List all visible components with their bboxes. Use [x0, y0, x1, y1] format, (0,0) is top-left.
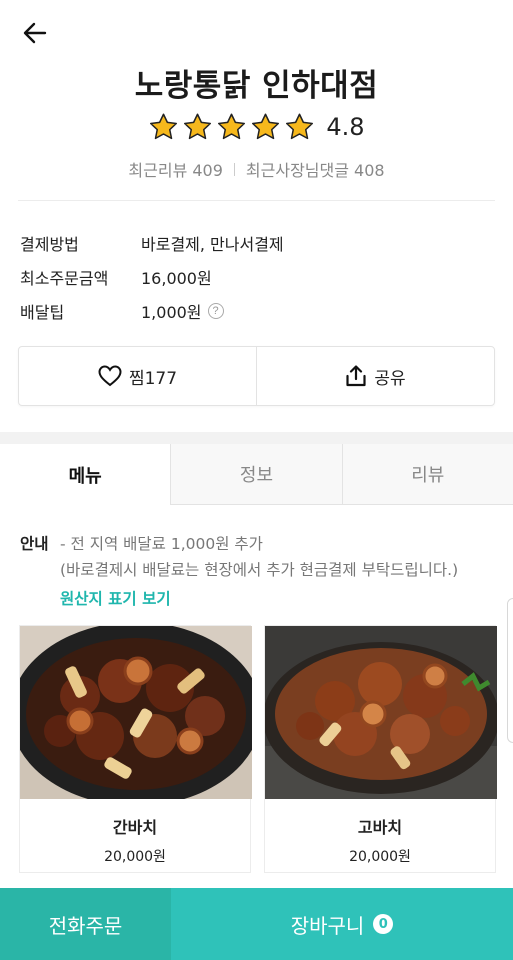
- info-value: 1,000원: [141, 303, 202, 322]
- review-stats: 최근리뷰 409 최근사장님댓글 408: [0, 157, 513, 181]
- info-label: 최소주문금액: [20, 269, 109, 288]
- info-value-wrap: 1,000원 ?: [141, 299, 224, 323]
- cart-count-badge: 0: [373, 914, 394, 934]
- header-divider: [18, 200, 495, 201]
- owner-replies-count[interactable]: 최근사장님댓글 408: [246, 157, 385, 181]
- info-label: 배달팁: [20, 303, 65, 322]
- back-button[interactable]: [18, 18, 52, 48]
- help-icon[interactable]: ?: [207, 303, 224, 319]
- scroll-indicator: [507, 598, 513, 743]
- notice-line: (바로결제시 배달료는 현장에서 추가 현금결제 부탁드립니다.): [60, 561, 459, 579]
- cart-button[interactable]: 장바구니 0: [171, 888, 513, 960]
- info-value: 16,000원: [141, 269, 212, 288]
- share-button[interactable]: 공유: [256, 347, 494, 405]
- share-label: 공유: [374, 368, 406, 389]
- rating-value: 4.8: [326, 113, 365, 141]
- bottom-action-bar: 전화주문 장바구니 0: [0, 888, 513, 960]
- recent-reviews-count[interactable]: 최근리뷰 409: [128, 157, 223, 181]
- menu-item-card[interactable]: 고바치 20,000원: [264, 625, 497, 873]
- favorite-label: 찜177: [128, 368, 178, 389]
- tab-menu[interactable]: 메뉴: [0, 444, 171, 505]
- tab-info[interactable]: 정보: [170, 444, 342, 505]
- star-icon: [150, 113, 178, 140]
- info-label: 결제방법: [20, 235, 79, 254]
- menu-item-price: 20,000원: [104, 849, 166, 865]
- origin-info-link[interactable]: 원산지 표기 보기: [60, 586, 458, 612]
- menu-grid: 간바치 20,000원 고바치 20,000원: [19, 625, 497, 873]
- star-icon: [184, 113, 212, 140]
- favorite-button[interactable]: 찜177: [19, 347, 256, 405]
- stats-divider: [233, 162, 235, 176]
- menu-item-card[interactable]: 간바치 20,000원: [19, 625, 252, 873]
- notice-text: - 전 지역 배달료 1,000원 추가 (바로결제시 배달료는 현장에서 추가…: [60, 531, 458, 612]
- cart-label: 장바구니: [290, 913, 365, 938]
- store-info: 결제방법 바로결제, 만나서결제 최소주문금액 16,000원 배달팁 1,00…: [20, 226, 284, 328]
- store-name: 노랑통닭 인하대점: [134, 68, 379, 104]
- action-buttons: 찜177 공유: [18, 346, 495, 406]
- star-icon: [286, 113, 314, 140]
- phone-order-button[interactable]: 전화주문: [0, 888, 171, 960]
- notice-section: 안내 - 전 지역 배달료 1,000원 추가 (바로결제시 배달료는 현장에서…: [20, 531, 458, 612]
- menu-item-name: 간바치: [112, 818, 158, 837]
- rating-row: 4.8: [0, 112, 513, 142]
- notice-label: 안내: [20, 535, 49, 553]
- tab-reviews[interactable]: 리뷰: [341, 444, 513, 505]
- section-divider: [0, 432, 513, 444]
- star-icon: [252, 113, 280, 140]
- tab-bar: 메뉴 정보 리뷰: [0, 444, 513, 505]
- payment-method-row: 결제방법 바로결제, 만나서결제: [20, 226, 284, 260]
- share-icon: [346, 365, 366, 387]
- food-photo: [20, 626, 252, 799]
- notice-line: - 전 지역 배달료 1,000원 추가: [60, 535, 263, 553]
- menu-item-name: 고바치: [357, 818, 403, 837]
- minimum-order-row: 최소주문금액 16,000원: [20, 260, 284, 294]
- heart-icon: [98, 365, 122, 387]
- arrow-left-icon: [23, 22, 47, 44]
- menu-item-price: 20,000원: [349, 849, 411, 865]
- info-value: 바로결제, 만나서결제: [141, 235, 284, 254]
- delivery-tip-row: 배달팁 1,000원 ?: [20, 294, 284, 328]
- star-icon: [218, 113, 246, 140]
- food-photo: [265, 626, 497, 799]
